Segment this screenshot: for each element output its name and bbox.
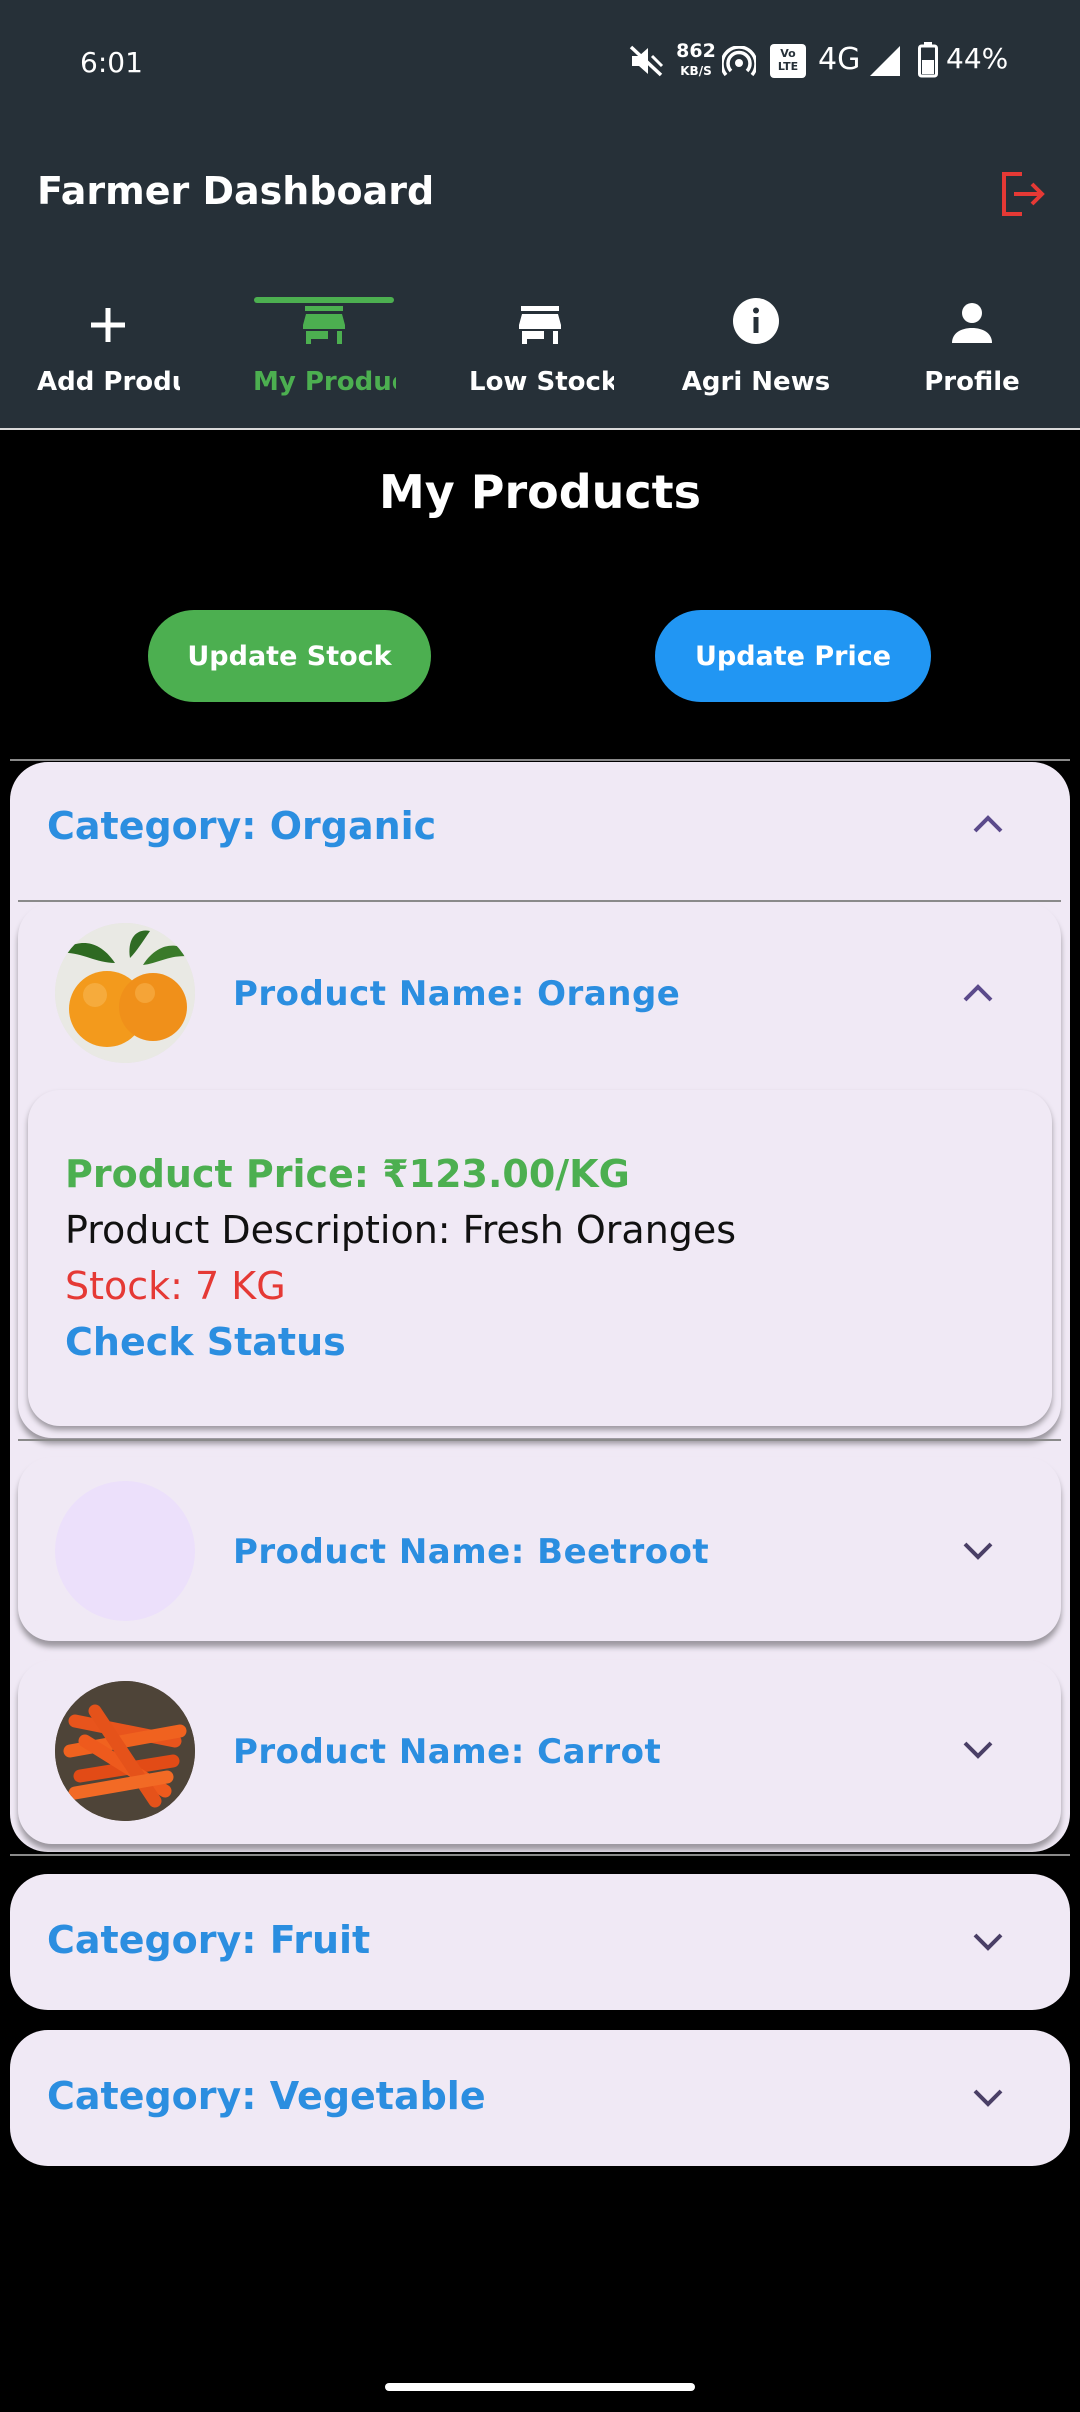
update-price-button[interactable]: Update Price [655, 610, 931, 702]
tab-label: My Products [253, 367, 396, 397]
chevron-up-icon[interactable] [972, 814, 1004, 839]
tab-my-products[interactable]: My Products [216, 275, 432, 397]
chevron-down-icon[interactable] [962, 1541, 994, 1566]
person-icon [952, 303, 992, 343]
chevron-down-icon[interactable] [972, 2088, 1004, 2113]
net-speed: 862 KB/S [676, 42, 716, 80]
store-icon [519, 306, 561, 344]
tab-profile[interactable]: Profile [864, 275, 1080, 397]
update-stock-button[interactable]: Update Stock [148, 610, 431, 702]
active-tab-indicator [254, 297, 394, 303]
divider [10, 1854, 1070, 1856]
store-icon [303, 306, 345, 344]
divider [18, 900, 1061, 902]
info-icon [733, 298, 779, 344]
divider [0, 428, 1080, 430]
category-label: Category: Organic [47, 804, 437, 848]
product-orange-details: Product Price: ₹123.00/KG Product Descri… [28, 1090, 1052, 1426]
tab-label: Profile [924, 367, 1020, 397]
divider [10, 759, 1070, 761]
product-image-placeholder [55, 1481, 195, 1621]
category-organic-header[interactable]: Category: Organic [10, 762, 1070, 902]
product-name: Product Name: Beetroot [233, 1532, 710, 1572]
plus-icon [91, 308, 125, 342]
product-image-carrot [55, 1681, 195, 1821]
tab-label: Low Stock Products [469, 367, 614, 397]
product-description: Product Description: Fresh Oranges [65, 1208, 737, 1252]
battery-percent: 44% [946, 42, 1009, 75]
product-name: Product Name: Orange [233, 974, 681, 1014]
page-title: My Products [378, 465, 702, 519]
category-fruit-card[interactable]: Category: Fruit [10, 1874, 1070, 2010]
mute-icon [628, 44, 664, 83]
product-name: Product Name: Carrot [233, 1732, 662, 1772]
tab-agri-news[interactable]: Agri News [648, 275, 864, 397]
tab-label: Add Product [37, 367, 180, 397]
product-price: Product Price: ₹123.00/KG [65, 1152, 630, 1196]
product-orange-header[interactable]: Product Name: Orange [18, 903, 1061, 1083]
product-stock: Stock: 7 KG [65, 1264, 286, 1308]
network-type: 4G [818, 42, 861, 77]
product-carrot-card[interactable]: Product Name: Carrot [18, 1660, 1061, 1844]
category-label: Category: Fruit [47, 1918, 371, 1962]
tab-low-stock[interactable]: Low Stock Products [432, 275, 648, 397]
app-title: Farmer Dashboard [37, 169, 435, 213]
signal-icon [868, 44, 902, 83]
chevron-down-icon[interactable] [962, 1740, 994, 1765]
chevron-up-icon[interactable] [962, 983, 994, 1008]
app-bar: Farmer Dashboard Add Product My Products… [0, 125, 1080, 430]
tab-label: Agri News [681, 367, 831, 397]
product-image-orange [55, 923, 195, 1063]
hotspot-icon [720, 45, 758, 83]
net-speed-unit: KB/S [680, 64, 712, 78]
chevron-down-icon[interactable] [972, 1932, 1004, 1957]
check-status-link[interactable]: Check Status [65, 1320, 346, 1364]
logout-icon [1002, 172, 1045, 216]
home-gesture-bar[interactable] [385, 2383, 695, 2391]
product-beetroot-card[interactable]: Product Name: Beetroot [18, 1457, 1061, 1641]
category-vegetable-card[interactable]: Category: Vegetable [10, 2030, 1070, 2166]
logout-button[interactable] [996, 167, 1050, 221]
battery-icon [918, 42, 938, 83]
tab-add-product[interactable]: Add Product [0, 275, 216, 397]
status-bar: 6:01 862 KB/S Vo LTE 4G 44% [0, 0, 1080, 125]
category-label: Category: Vegetable [47, 2074, 486, 2118]
divider [18, 1439, 1061, 1441]
volte-icon: Vo LTE [770, 44, 806, 78]
net-speed-value: 862 [676, 40, 716, 62]
status-time: 6:01 [80, 46, 143, 79]
